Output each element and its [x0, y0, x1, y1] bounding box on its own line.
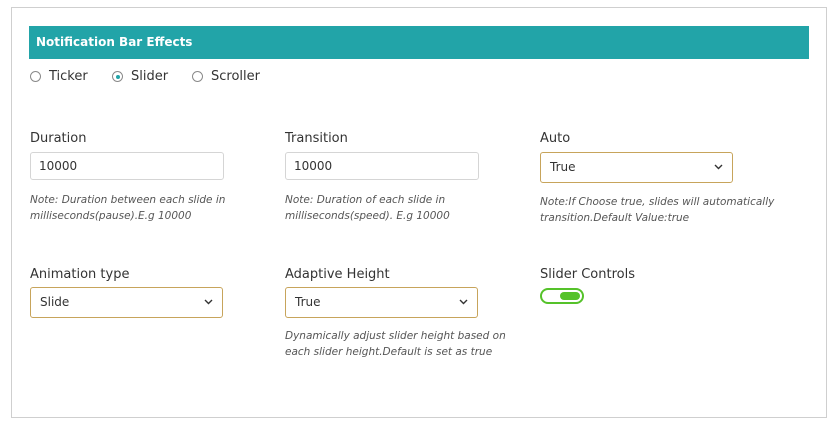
transition-note: Note: Duration of each slide in millisec…: [285, 194, 450, 222]
duration-label: Duration: [30, 131, 87, 146]
animation-type-field: Animation type: [30, 266, 129, 284]
duration-field: Duration: [30, 130, 86, 148]
radio-slider[interactable]: Slider: [112, 69, 168, 84]
chevron-down-icon: [714, 164, 723, 170]
auto-select[interactable]: True: [540, 152, 733, 183]
chevron-down-icon: [204, 299, 213, 305]
animation-type-select-value: Slide: [40, 295, 70, 309]
radio-ticker[interactable]: Ticker: [30, 69, 88, 84]
transition-input[interactable]: [285, 152, 479, 180]
slider-controls-label: Slider Controls: [540, 267, 635, 282]
chevron-down-icon: [459, 299, 468, 305]
slider-controls-toggle[interactable]: [540, 288, 584, 304]
radio-scroller-circle[interactable]: [192, 71, 203, 82]
radio-slider-circle[interactable]: [112, 71, 123, 82]
auto-select-value: True: [550, 160, 576, 174]
slider-controls-field: Slider Controls: [540, 266, 635, 284]
transition-label: Transition: [285, 131, 348, 146]
adaptive-height-field: Adaptive Height: [285, 266, 390, 284]
auto-note: Note:If Choose true, slides will automat…: [540, 196, 775, 224]
adaptive-height-label: Adaptive Height: [285, 267, 390, 282]
duration-note: Note: Duration between each slide in mil…: [30, 194, 226, 222]
duration-input[interactable]: [30, 152, 224, 180]
auto-label: Auto: [540, 131, 571, 146]
radio-ticker-circle[interactable]: [30, 71, 41, 82]
section-title: Notification Bar Effects: [36, 35, 193, 49]
section-header: Notification Bar Effects: [29, 26, 809, 59]
adaptive-height-note: Dynamically adjust slider height based o…: [285, 330, 506, 358]
auto-field: Auto: [540, 130, 570, 148]
adaptive-height-select-value: True: [295, 295, 321, 309]
toggle-knob: [560, 292, 580, 300]
animation-type-label: Animation type: [30, 267, 130, 282]
adaptive-height-select[interactable]: True: [285, 287, 478, 318]
radio-ticker-label: Ticker: [49, 69, 88, 84]
radio-scroller[interactable]: Scroller: [192, 69, 260, 84]
radio-slider-label: Slider: [131, 69, 169, 84]
radio-scroller-label: Scroller: [211, 69, 260, 84]
transition-field: Transition: [285, 130, 348, 148]
animation-type-select[interactable]: Slide: [30, 287, 223, 318]
